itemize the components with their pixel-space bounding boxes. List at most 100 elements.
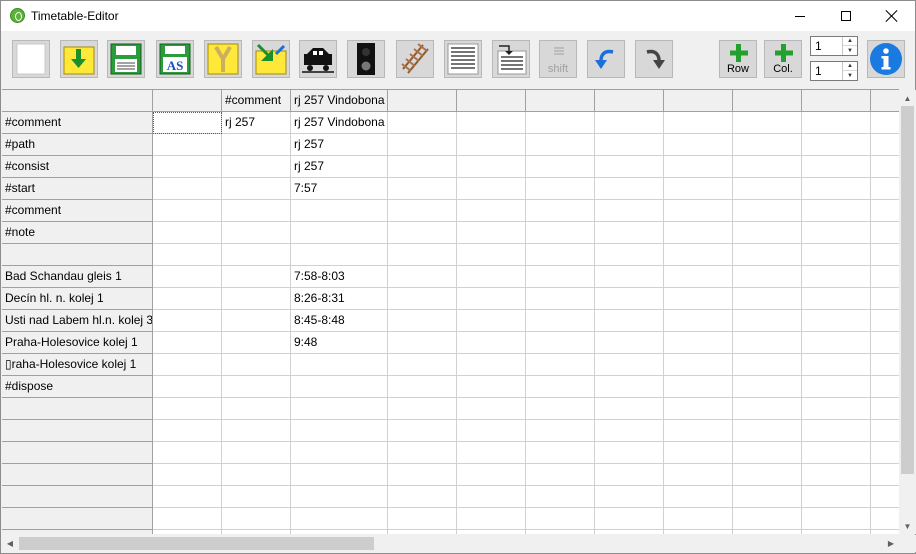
grid-cell[interactable] [733, 442, 802, 464]
scroll-up-icon[interactable]: ▲ [899, 90, 916, 106]
column-header[interactable] [871, 90, 899, 112]
grid-cell[interactable] [802, 112, 871, 134]
grid-cell[interactable] [388, 200, 457, 222]
grid-cell[interactable] [595, 530, 664, 534]
grid-cell[interactable] [664, 244, 733, 266]
grid-cell[interactable] [871, 420, 899, 442]
grid-cell[interactable] [595, 332, 664, 354]
import-button[interactable] [252, 40, 290, 78]
grid-cell[interactable] [222, 398, 291, 420]
grid-cell[interactable] [733, 486, 802, 508]
info-button[interactable] [867, 40, 905, 78]
save-as-button[interactable]: AS [156, 40, 194, 78]
grid-cell[interactable] [733, 178, 802, 200]
close-button[interactable] [869, 1, 915, 31]
insert-list-button[interactable] [492, 40, 530, 78]
grid-cell[interactable] [291, 464, 388, 486]
grid-cell[interactable] [871, 112, 899, 134]
grid-cell[interactable] [526, 266, 595, 288]
column-header[interactable] [388, 90, 457, 112]
row-header[interactable]: #note [2, 222, 153, 244]
column-header[interactable] [733, 90, 802, 112]
track-button[interactable] [396, 40, 434, 78]
column-count-spinner[interactable]: 1 ▲ ▼ [810, 61, 858, 81]
grid-cell[interactable] [291, 530, 388, 534]
grid-cell[interactable] [457, 156, 526, 178]
grid-cell[interactable] [222, 310, 291, 332]
grid-cell[interactable] [153, 376, 222, 398]
grid-cell[interactable] [595, 420, 664, 442]
grid-cell[interactable] [526, 420, 595, 442]
list-button[interactable] [444, 40, 482, 78]
grid-cell[interactable]: rj 257 [291, 134, 388, 156]
signal-button[interactable] [347, 40, 385, 78]
grid-cell[interactable] [388, 398, 457, 420]
row-count-spinner[interactable]: 1 ▲ ▼ [810, 36, 858, 56]
column-header[interactable]: rj 257 Vindobona [291, 90, 388, 112]
grid-cell[interactable] [733, 310, 802, 332]
grid-cell[interactable] [595, 266, 664, 288]
grid-cell[interactable] [291, 442, 388, 464]
grid-cell[interactable] [871, 398, 899, 420]
grid-cell[interactable] [153, 486, 222, 508]
grid-cell[interactable] [733, 266, 802, 288]
grid-cell[interactable] [733, 376, 802, 398]
grid-cell[interactable] [222, 508, 291, 530]
grid-cell[interactable] [664, 200, 733, 222]
grid-cell[interactable] [153, 354, 222, 376]
grid-cell[interactable] [871, 530, 899, 534]
save-button[interactable] [107, 40, 145, 78]
grid-cell[interactable] [526, 376, 595, 398]
grid-cell[interactable]: 7:57 [291, 178, 388, 200]
grid-cell[interactable] [526, 508, 595, 530]
grid-cell[interactable] [871, 332, 899, 354]
grid-cell[interactable] [526, 112, 595, 134]
grid-cell[interactable] [222, 178, 291, 200]
grid-cell[interactable] [526, 178, 595, 200]
grid-cell[interactable] [457, 244, 526, 266]
grid-cell[interactable] [733, 332, 802, 354]
row-header[interactable]: #comment [2, 200, 153, 222]
grid-cell[interactable] [664, 508, 733, 530]
grid-cell[interactable] [457, 134, 526, 156]
row-header[interactable] [2, 530, 153, 534]
add-row-button[interactable]: Row [719, 40, 757, 78]
grid-cell[interactable] [664, 310, 733, 332]
horizontal-scroll-thumb[interactable] [19, 537, 374, 550]
grid-cell[interactable] [457, 222, 526, 244]
undo-button[interactable] [587, 40, 625, 78]
grid-cell[interactable] [526, 486, 595, 508]
grid-cell[interactable] [595, 288, 664, 310]
grid-cell[interactable] [802, 464, 871, 486]
grid-cell[interactable] [664, 442, 733, 464]
grid-cell[interactable] [388, 134, 457, 156]
grid-cell[interactable] [388, 266, 457, 288]
grid-cell[interactable] [388, 508, 457, 530]
grid-cell[interactable] [802, 156, 871, 178]
grid-cell[interactable] [664, 288, 733, 310]
grid-cell[interactable] [291, 420, 388, 442]
grid-cell[interactable] [222, 288, 291, 310]
grid-cell[interactable] [388, 486, 457, 508]
grid-cell[interactable] [802, 354, 871, 376]
grid-cell[interactable] [664, 376, 733, 398]
grid-cell[interactable] [595, 112, 664, 134]
grid-cell[interactable] [457, 288, 526, 310]
grid-cell[interactable] [222, 332, 291, 354]
grid-cell[interactable] [457, 200, 526, 222]
grid-cell[interactable] [802, 178, 871, 200]
grid-cell[interactable] [291, 200, 388, 222]
row-header[interactable]: Praha-Holesovice kolej 1 [2, 332, 153, 354]
grid-cell[interactable]: rj 257 [222, 112, 291, 134]
grid-cell[interactable] [595, 508, 664, 530]
grid-cell[interactable] [664, 398, 733, 420]
grid-cell[interactable] [153, 288, 222, 310]
grid-cell[interactable] [457, 464, 526, 486]
grid-cell[interactable] [871, 508, 899, 530]
grid-cell[interactable] [388, 310, 457, 332]
grid-cell[interactable] [733, 134, 802, 156]
grid-cell[interactable] [291, 376, 388, 398]
row-header[interactable] [2, 420, 153, 442]
column-header[interactable] [595, 90, 664, 112]
grid-cell[interactable] [664, 486, 733, 508]
